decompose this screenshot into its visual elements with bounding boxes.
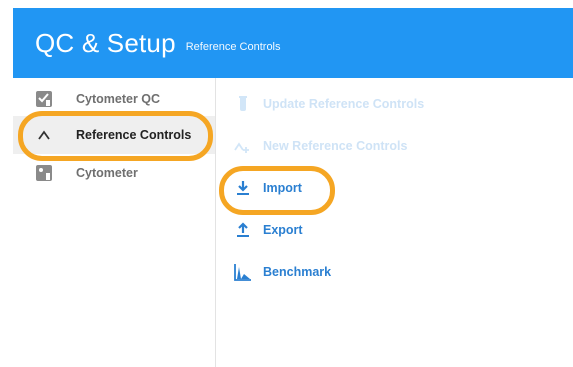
upload-icon — [234, 221, 252, 239]
action-label: Update Reference Controls — [263, 97, 425, 111]
main-content: Update Reference Controls New Reference … — [216, 78, 573, 367]
sidebar-item-label: Cytometer QC — [76, 92, 161, 106]
sidebar-item-cytometer[interactable]: Cytometer — [13, 154, 215, 192]
sidebar-item-label: Cytometer — [76, 166, 138, 180]
cytometer-qc-icon — [35, 90, 53, 108]
sidebar-item-label: Reference Controls — [76, 128, 192, 142]
page-title: QC & Setup — [35, 27, 176, 58]
sidebar-item-cytometer-qc[interactable]: Cytometer QC — [13, 80, 215, 118]
action-label: New Reference Controls — [263, 139, 408, 153]
import-button[interactable]: Import — [216, 173, 302, 203]
sidebar-item-reference-controls[interactable]: Reference Controls — [13, 116, 215, 154]
new-reference-controls-button[interactable]: New Reference Controls — [216, 131, 407, 161]
test-tube-icon — [234, 95, 252, 113]
action-label: Import — [263, 181, 302, 195]
sidebar: Cytometer QC Reference Controls Cytomete… — [13, 78, 216, 367]
update-reference-controls-button[interactable]: Update Reference Controls — [216, 89, 424, 119]
app-header: QC & Setup Reference Controls — [13, 8, 573, 78]
new-wave-icon — [234, 137, 252, 155]
export-button[interactable]: Export — [216, 215, 303, 245]
histogram-icon — [234, 263, 252, 281]
reference-controls-icon — [35, 126, 53, 144]
download-icon — [234, 179, 252, 197]
page-subtitle: Reference Controls — [185, 41, 281, 53]
action-label: Export — [263, 223, 303, 237]
benchmark-button[interactable]: Benchmark — [216, 257, 331, 287]
action-label: Benchmark — [263, 265, 332, 279]
cytometer-icon — [35, 164, 53, 182]
